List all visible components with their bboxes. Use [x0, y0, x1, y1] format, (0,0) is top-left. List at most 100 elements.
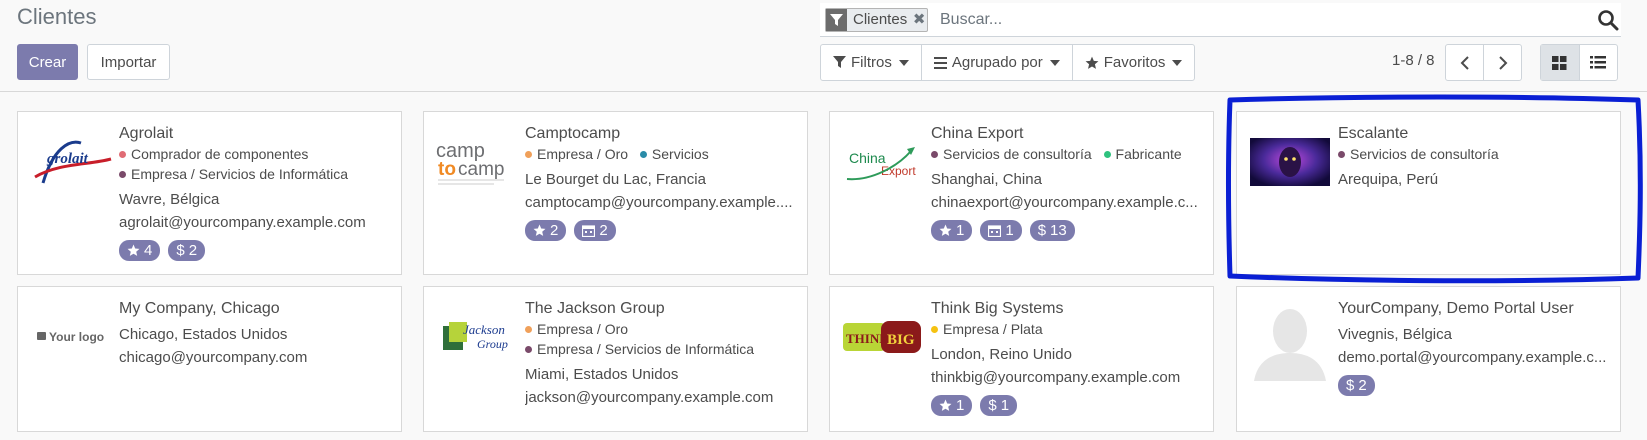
- tag-list: Empresa / Plata: [931, 319, 1205, 339]
- partner-name: China Export: [931, 125, 1024, 142]
- svg-text:Jackson: Jackson: [463, 322, 505, 337]
- partner-location: Miami, Estados Unidos: [525, 366, 679, 383]
- partner-card-my-company-chicago[interactable]: Your logo My Company, Chicago Chicago, E…: [17, 286, 402, 432]
- pager-value[interactable]: 1-8 / 8: [1392, 52, 1435, 69]
- group-by-label: Agrupado por: [951, 54, 1043, 71]
- caret-down-icon: [898, 59, 909, 66]
- company-logo: Jackson Group: [432, 305, 522, 369]
- search-input[interactable]: [940, 8, 1540, 32]
- star-badge[interactable]: 1: [931, 395, 973, 416]
- company-logo: grolait: [26, 130, 116, 194]
- partner-email: chinaexport@yourcompany.example.c...: [931, 194, 1198, 211]
- list-icon: [1590, 56, 1607, 69]
- dollar-badge[interactable]: $1: [980, 395, 1018, 416]
- partner-name: YourCompany, Demo Portal User: [1338, 300, 1574, 317]
- partner-location: London, Reino Unido: [931, 346, 1072, 363]
- tag-list: Empresa / Oro Servicios: [525, 144, 799, 164]
- partner-location: Vivegnis, Bélgica: [1338, 326, 1452, 343]
- tag-list: Servicios de consultoría Fabricante: [931, 144, 1205, 164]
- category-tag: Servicios de consultoría: [931, 145, 1092, 164]
- dollar-icon: $: [988, 397, 997, 414]
- dollar-badge[interactable]: $2: [168, 240, 206, 261]
- calendar-badge[interactable]: 1: [980, 220, 1022, 241]
- svg-text:grolait: grolait: [46, 151, 89, 167]
- category-tag: Empresa / Servicios de Informática: [525, 340, 754, 359]
- import-button[interactable]: Importar: [87, 44, 170, 80]
- tag-list: Empresa / Oro: [525, 319, 799, 339]
- create-button[interactable]: Crear: [17, 44, 78, 80]
- facet-remove-icon[interactable]: ✖: [911, 9, 927, 31]
- partner-email: thinkbig@yourcompany.example.com: [931, 369, 1181, 386]
- category-tag: Empresa / Plata: [931, 320, 1043, 339]
- partner-card-agrolait[interactable]: grolait Agrolait Comprador de componente…: [17, 111, 402, 275]
- partner-email: demo.portal@yourcompany.example.c...: [1338, 349, 1607, 366]
- search-bar: Clientes ✖: [820, 3, 1621, 37]
- filter-icon: [826, 9, 847, 31]
- partner-email: chicago@yourcompany.com: [119, 349, 308, 366]
- dollar-badge[interactable]: $13: [1029, 220, 1075, 241]
- view-switcher: [1540, 44, 1618, 81]
- pager-next-button[interactable]: [1484, 45, 1521, 80]
- partner-name: Camptocamp: [525, 125, 621, 142]
- partner-image: [1245, 130, 1335, 194]
- caret-down-icon: [1172, 59, 1183, 66]
- star-badge[interactable]: 2: [525, 220, 567, 241]
- list-view-button[interactable]: [1580, 45, 1618, 80]
- partner-email: agrolait@yourcompany.example.com: [119, 214, 366, 231]
- kanban-view-button[interactable]: [1541, 45, 1580, 80]
- control-panel: Clientes Crear Importar Clientes ✖ Filtr…: [0, 0, 1647, 92]
- category-tag: Empresa / Oro: [525, 145, 628, 164]
- svg-text:to: to: [438, 159, 456, 180]
- search-icon[interactable]: [1597, 9, 1619, 31]
- pager-previous-button[interactable]: [1446, 45, 1484, 80]
- partner-card-camptocamp[interactable]: camp to camp Camptocamp Empresa / Oro Se…: [423, 111, 808, 275]
- star-icon: [533, 224, 546, 236]
- dollar-icon: $: [1037, 222, 1047, 239]
- svg-text:camp: camp: [458, 159, 504, 180]
- calendar-icon: [988, 225, 1002, 237]
- tag-list: Servicios de consultoría: [1338, 144, 1612, 164]
- badge-list: 1 1 $13: [931, 220, 1205, 241]
- filters-label: Filtros: [851, 54, 892, 71]
- partner-card-china-export[interactable]: China Export China Export Servicios de c…: [829, 111, 1214, 275]
- partner-location: Le Bourget du Lac, Francia: [525, 171, 706, 188]
- chevron-right-icon: [1498, 55, 1507, 70]
- favorites-dropdown[interactable]: Favoritos: [1073, 45, 1195, 80]
- badge-list: 2 2: [525, 220, 799, 241]
- facet-label: Clientes: [853, 11, 908, 28]
- star-icon: [1085, 56, 1099, 69]
- partner-card-think-big-systems[interactable]: THINK BIG Think Big Systems Empresa / Pl…: [829, 286, 1214, 432]
- partner-location: Wavre, Bélgica: [119, 191, 220, 208]
- group-by-dropdown[interactable]: Agrupado por: [922, 45, 1073, 80]
- category-tag: Fabricante: [1103, 145, 1182, 164]
- svg-text:BIG: BIG: [887, 332, 915, 348]
- calendar-badge[interactable]: 2: [574, 220, 616, 241]
- tag-list: Comprador de componentes: [119, 144, 393, 164]
- pager-navigation: [1445, 44, 1522, 81]
- category-tag: Empresa / Oro: [525, 320, 628, 339]
- star-badge[interactable]: 1: [931, 220, 973, 241]
- star-badge[interactable]: 4: [119, 240, 161, 261]
- partner-name: The Jackson Group: [525, 300, 665, 317]
- star-icon: [127, 244, 140, 256]
- star-icon: [939, 399, 952, 411]
- category-tag: Comprador de componentes: [119, 145, 308, 164]
- filters-dropdown[interactable]: Filtros: [821, 45, 922, 80]
- partner-card-jackson-group[interactable]: Jackson Group The Jackson Group Empresa …: [423, 286, 808, 432]
- svg-text:Your logo: Your logo: [49, 330, 104, 344]
- company-logo: Your logo: [26, 305, 116, 369]
- badge-list: 4 $2: [119, 240, 393, 261]
- category-tag: Servicios de consultoría: [1338, 145, 1499, 164]
- company-logo: China Export: [838, 130, 928, 194]
- partner-card-demo-portal-user[interactable]: YourCompany, Demo Portal User Vivegnis, …: [1236, 286, 1621, 432]
- filter-icon: [833, 56, 846, 68]
- partner-email: camptocamp@yourcompany.example....: [525, 194, 793, 211]
- dollar-badge[interactable]: $2: [1338, 375, 1375, 396]
- partner-name: Think Big Systems: [931, 300, 1064, 317]
- partner-location: Chicago, Estados Unidos: [119, 326, 288, 343]
- partner-card-escalante[interactable]: Escalante Servicios de consultoría Arequ…: [1236, 111, 1621, 275]
- partner-email: jackson@yourcompany.example.com: [525, 389, 774, 406]
- svg-text:THINK: THINK: [846, 331, 890, 346]
- dollar-icon: $: [1346, 377, 1355, 394]
- tag-list: Empresa / Servicios de Informática: [119, 164, 393, 184]
